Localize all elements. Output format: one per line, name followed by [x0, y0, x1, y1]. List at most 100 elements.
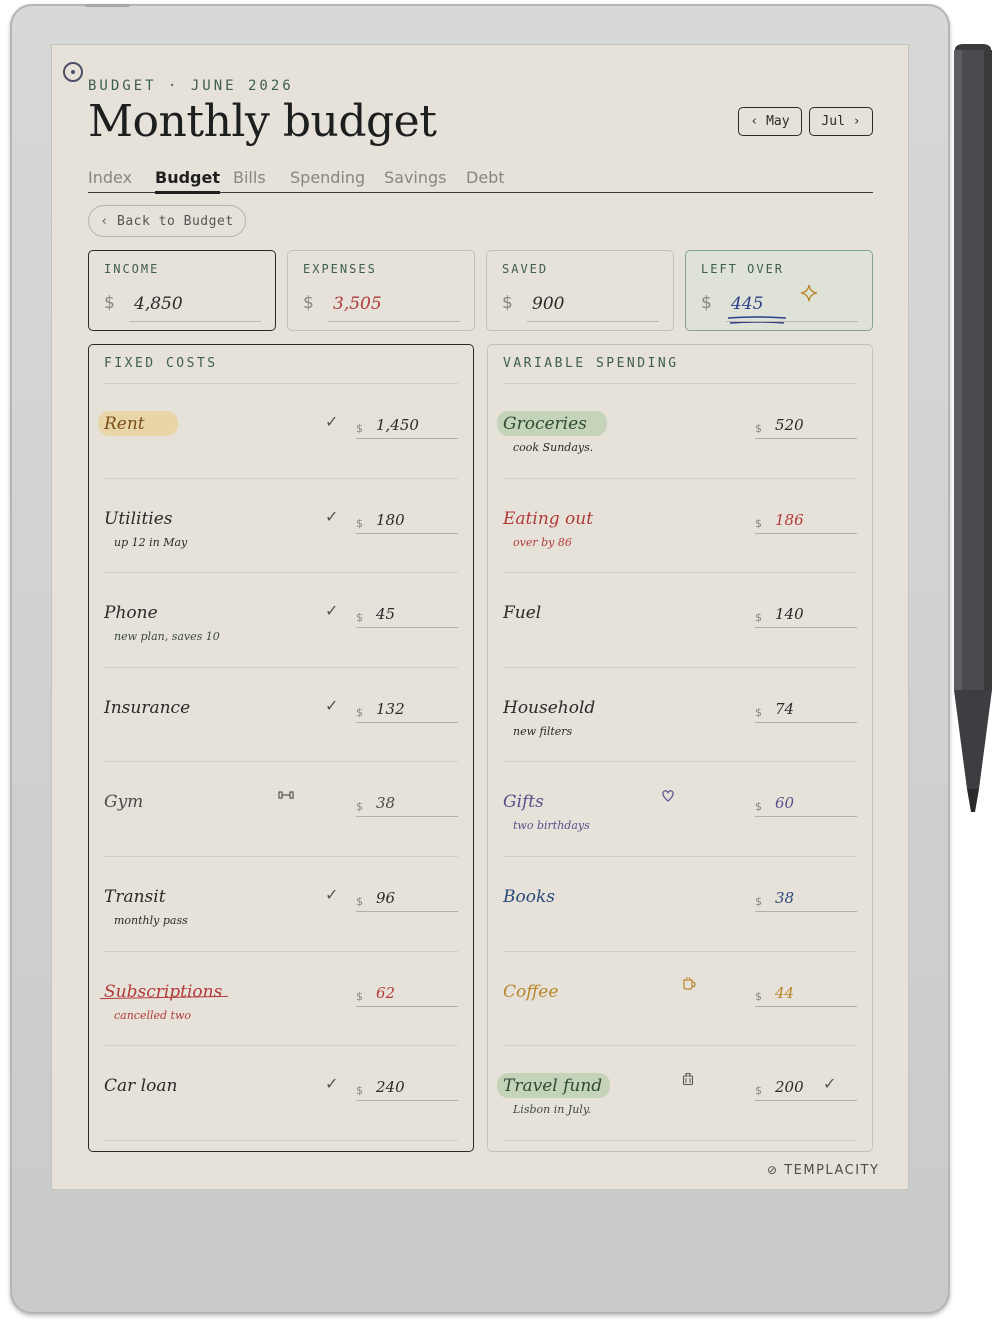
currency-symbol: $ — [356, 705, 363, 719]
check-icon[interactable]: ✓ — [325, 696, 338, 715]
next-month-button[interactable]: Jul › — [809, 107, 873, 136]
sparkle-icon — [800, 284, 818, 302]
budget-row-phone[interactable]: Phone new plan, saves 10 ✓ $ 45 — [89, 573, 473, 668]
budget-row-subscriptions[interactable]: Subscriptions cancelled two $ 62 — [89, 952, 473, 1047]
row-amount[interactable]: 520 — [775, 416, 804, 434]
input-line — [755, 721, 857, 723]
row-amount[interactable]: 96 — [376, 889, 395, 907]
double-underline-doodle — [727, 316, 787, 324]
budget-row-utilities[interactable]: Utilities up 12 in May ✓ $ 180 — [89, 479, 473, 574]
currency-symbol: $ — [356, 516, 363, 530]
currency-symbol: $ — [104, 293, 115, 313]
input-line — [755, 438, 857, 439]
row-amount[interactable]: 62 — [376, 984, 395, 1002]
row-amount[interactable]: 38 — [376, 794, 395, 812]
fixed-costs-panel: FIXED COSTS Rent ✓ $ 1,450 Utilities up … — [88, 344, 474, 1152]
row-amount[interactable]: 186 — [775, 511, 804, 529]
budget-row-travel-fund[interactable]: Travel fund Lisbon in July. $ 200 ✓ — [488, 1046, 872, 1141]
saved-value[interactable]: 900 — [532, 294, 564, 314]
input-line — [755, 627, 857, 629]
row-label: Transit — [104, 887, 166, 907]
check-icon[interactable]: ✓ — [325, 507, 338, 526]
prev-month-button[interactable]: ‹ May — [738, 107, 802, 136]
currency-symbol: $ — [701, 293, 712, 313]
page-title: Monthly budget — [88, 96, 437, 147]
check-icon[interactable]: ✓ — [325, 601, 338, 620]
expenses-value[interactable]: 3,505 — [333, 294, 382, 314]
tab-budget[interactable]: Budget — [155, 168, 220, 194]
input-line — [356, 911, 458, 912]
input-line — [356, 1005, 458, 1007]
input-line — [356, 721, 458, 723]
saved-label: SAVED — [502, 262, 549, 276]
power-button — [85, 4, 130, 7]
budget-row-groceries[interactable]: Groceries cook Sundays. $ 520 — [488, 384, 872, 479]
row-label: Utilities — [104, 508, 173, 529]
row-note: new filters — [513, 724, 573, 738]
heart-icon — [662, 790, 674, 803]
row-note: monthly pass — [114, 914, 188, 927]
row-amount[interactable]: 45 — [376, 605, 395, 623]
system-menu-icon[interactable] — [63, 62, 83, 82]
tab-debt[interactable]: Debt — [466, 168, 505, 187]
expenses-card: EXPENSES $ 3,505 — [287, 250, 475, 331]
currency-symbol: $ — [356, 1084, 363, 1098]
budget-row-gifts[interactable]: Gifts two birthdays $ 60 — [488, 762, 872, 857]
row-label: Phone — [104, 603, 158, 624]
left-over-value[interactable]: 445 — [731, 294, 763, 314]
row-amount[interactable]: 240 — [376, 1078, 405, 1096]
check-icon[interactable]: ✓ — [325, 412, 338, 431]
tab-spending[interactable]: Spending — [290, 168, 365, 187]
currency-symbol: $ — [356, 895, 363, 908]
row-amount[interactable]: 74 — [775, 700, 794, 718]
row-amount[interactable]: 38 — [775, 889, 794, 907]
row-amount[interactable]: 132 — [376, 700, 405, 718]
input-line — [755, 911, 857, 912]
budget-row-books[interactable]: Books $ 38 — [488, 857, 872, 952]
budget-row-rent[interactable]: Rent ✓ $ 1,450 — [89, 384, 473, 479]
budget-row-gym[interactable]: Gym $ 38 — [89, 762, 473, 857]
row-amount[interactable]: 44 — [775, 984, 794, 1002]
currency-symbol: $ — [356, 422, 363, 435]
currency-symbol: $ — [502, 293, 513, 313]
check-icon[interactable]: ✓ — [325, 885, 338, 904]
row-label: Travel fund — [503, 1076, 603, 1097]
tab-savings[interactable]: Savings — [384, 168, 447, 187]
suitcase-icon — [682, 1073, 694, 1086]
budget-row-transit[interactable]: Transit monthly pass ✓ $ 96 — [89, 857, 473, 952]
back-to-budget-button[interactable]: ‹ Back to Budget — [88, 205, 246, 237]
variable-spending-title: VARIABLE SPENDING — [503, 356, 679, 371]
row-note: new plan, saves 10 — [114, 630, 220, 644]
budget-row-fuel[interactable]: Fuel $ 140 — [488, 573, 872, 668]
tab-index[interactable]: Index — [88, 168, 132, 187]
stylus-pen — [954, 44, 992, 812]
expenses-label: EXPENSES — [303, 262, 377, 276]
budget-row-coffee[interactable]: Coffee $ 44 — [488, 952, 872, 1047]
row-amount[interactable]: 180 — [376, 511, 405, 529]
row-label: Groceries — [503, 414, 587, 434]
row-label: Rent — [104, 414, 145, 434]
brand-logo: ⊘ TEMPLACITY — [767, 1163, 879, 1178]
budget-row-insurance[interactable]: Insurance ✓ $ 132 — [89, 668, 473, 763]
check-icon[interactable]: ✓ — [823, 1074, 836, 1093]
input-line — [755, 1100, 857, 1102]
input-line — [527, 321, 659, 322]
input-line — [755, 816, 857, 818]
currency-symbol: $ — [755, 895, 762, 908]
row-amount[interactable]: 140 — [775, 605, 804, 623]
budget-row-eating-out[interactable]: Eating out over by 86 $ 186 — [488, 479, 872, 574]
row-amount[interactable]: 1,450 — [376, 416, 419, 434]
input-line — [356, 816, 458, 818]
row-amount[interactable]: 60 — [775, 794, 794, 812]
currency-symbol: $ — [755, 1084, 762, 1098]
row-label: Insurance — [104, 697, 191, 718]
check-icon[interactable]: ✓ — [325, 1074, 338, 1093]
tab-bills[interactable]: Bills — [233, 168, 266, 187]
income-value[interactable]: 4,850 — [134, 294, 183, 314]
dumbbell-icon — [278, 791, 294, 799]
coffee-cup-icon — [683, 976, 696, 990]
budget-row-car-loan[interactable]: Car loan ✓ $ 240 — [89, 1046, 473, 1141]
row-amount[interactable]: 200 — [775, 1078, 804, 1096]
budget-row-household[interactable]: Household new filters $ 74 — [488, 668, 872, 763]
fixed-costs-title: FIXED COSTS — [104, 356, 218, 371]
